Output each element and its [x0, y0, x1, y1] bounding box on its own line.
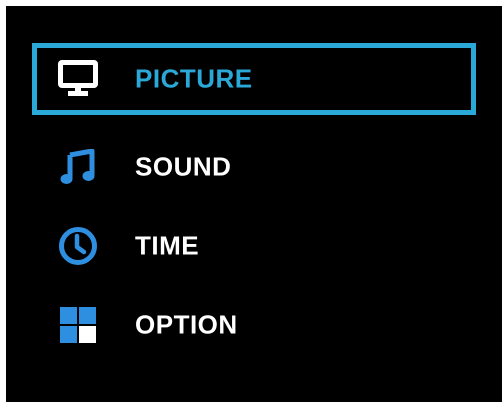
menu-item-label: TIME: [135, 230, 200, 261]
grid-options-icon: [56, 303, 100, 347]
settings-menu-screen: PICTURE SOUND TIME OPTION: [6, 6, 502, 402]
monitor-icon: [56, 57, 100, 101]
menu-item-label: SOUND: [135, 151, 232, 182]
clock-icon: [56, 224, 100, 268]
menu-item-label: OPTION: [135, 309, 238, 340]
menu-item-picture[interactable]: PICTURE: [32, 43, 476, 115]
menu-item-label: PICTURE: [135, 63, 253, 94]
music-note-icon: [56, 145, 100, 189]
menu-item-sound[interactable]: SOUND: [32, 131, 476, 203]
menu-item-time[interactable]: TIME: [32, 210, 476, 282]
menu-item-option[interactable]: OPTION: [32, 289, 476, 361]
